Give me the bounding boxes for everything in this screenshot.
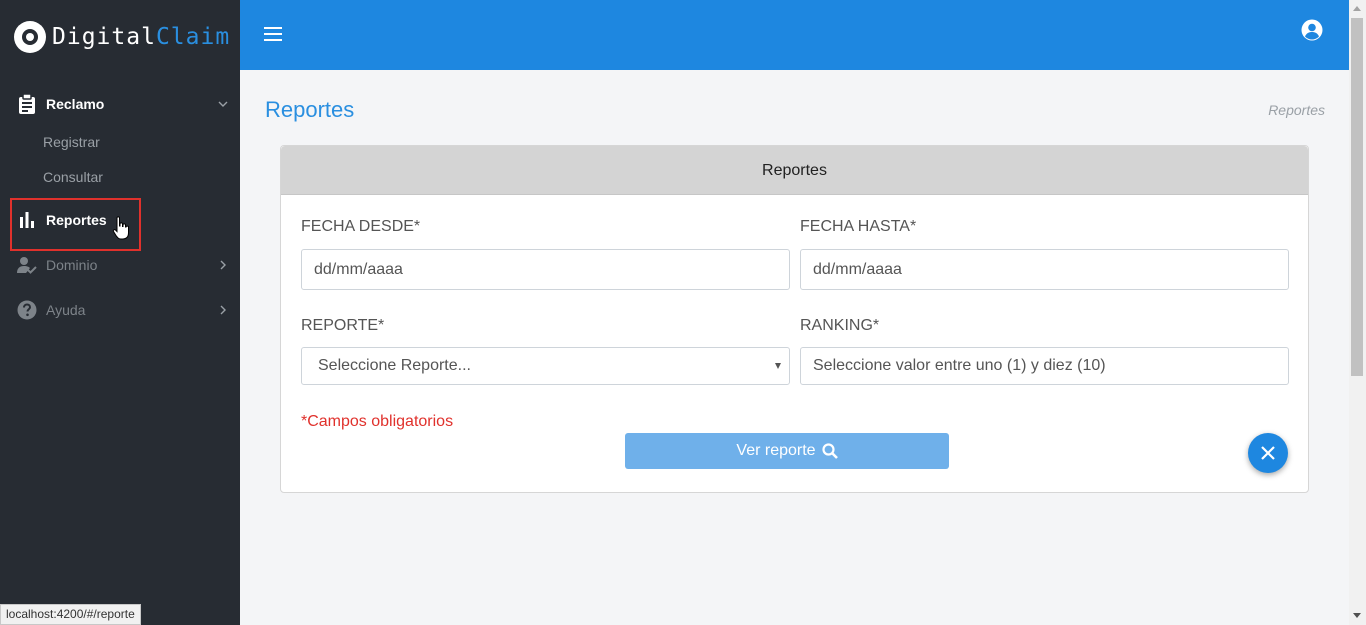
sidebar-item-ayuda[interactable]: Ayuda [0,298,240,322]
scroll-down-arrow-icon[interactable] [1353,613,1361,618]
sidebar-item-label: Dominio [46,257,98,273]
sidebar-item-dominio[interactable]: Dominio [0,253,240,277]
bar-chart-icon [17,210,37,230]
logo-icon [14,21,46,53]
user-circle-icon[interactable] [1301,19,1323,41]
sidebar-item-label: Reclamo [46,96,105,112]
top-bar [240,0,1349,70]
sidebar-item-label: Reportes [46,212,107,228]
brand-name: DigitalClaim [52,24,231,50]
dropdown-arrow-icon [775,363,781,369]
clipboard-icon [17,94,37,114]
scrollbar[interactable] [1349,0,1366,625]
ver-reporte-button[interactable]: Ver reporte [625,433,949,469]
chevron-right-icon [220,305,226,315]
status-bar-url: localhost:4200/#/reporte [0,604,141,625]
ranking-input[interactable]: Seleccione valor entre uno (1) y diez (1… [800,347,1289,385]
sidebar-item-label: Ayuda [46,302,86,318]
reporte-select[interactable]: Seleccione Reporte... [301,347,790,385]
ver-reporte-label: Ver reporte [736,442,816,459]
fecha-desde-input[interactable]: dd/mm/aaaa [301,249,790,290]
sidebar-item-reclamo[interactable]: Reclamo [0,92,240,116]
chevron-right-icon [220,260,226,270]
sidebar-subitem-consultar[interactable]: Consultar [43,169,103,185]
search-icon [821,443,838,459]
reporte-select-value: Seleccione Reporte... [318,357,471,374]
report-form-card: Reportes FECHA DESDE* dd/mm/aaaa FECHA H… [280,145,1309,493]
page-title: Reportes [265,97,355,122]
fecha-hasta-label: FECHA HASTA* [800,218,917,235]
fecha-desde-label: FECHA DESDE* [301,218,421,235]
close-fab-button[interactable] [1248,433,1288,473]
required-fields-note: *Campos obligatorios [301,413,454,430]
reporte-label: REPORTE* [301,317,385,334]
card-header: Reportes [281,146,1308,195]
brand-logo[interactable]: DigitalClaim [14,20,230,54]
scroll-up-arrow-icon[interactable] [1353,6,1361,11]
user-check-icon [17,255,37,275]
breadcrumb: Reportes [1268,102,1325,118]
sidebar-subitem-registrar[interactable]: Registrar [43,134,100,150]
fecha-hasta-input[interactable]: dd/mm/aaaa [800,249,1289,290]
close-icon [1261,446,1275,460]
sidebar: DigitalClaim Reclamo Registrar Consultar… [0,0,240,625]
ranking-label: RANKING* [800,317,880,334]
scroll-thumb[interactable] [1351,18,1363,376]
hamburger-icon[interactable] [264,27,282,41]
help-circle-icon [17,300,37,320]
hand-cursor-icon [112,216,129,240]
chevron-down-icon [218,101,228,107]
